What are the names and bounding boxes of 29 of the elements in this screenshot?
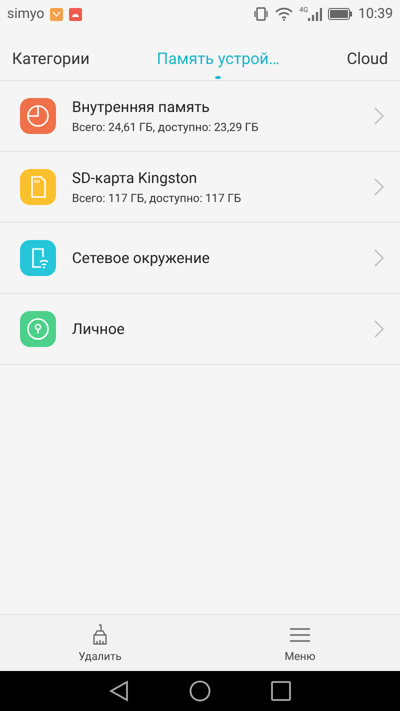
list-item[interactable]: Сетевое окружение	[0, 223, 400, 294]
list-item[interactable]: Внутренняя память Всего: 24,61 ГБ, доступно: 23,29 ГБ	[0, 81, 400, 152]
menu-button[interactable]: Меню	[276, 620, 324, 666]
carrier-name: simyo	[7, 6, 44, 22]
signal-icon	[308, 8, 322, 20]
wifi-icon	[275, 7, 294, 21]
list-item[interactable]: SD-карта Kingston Всего: 117 ГБ, доступно: 117 ГБ	[0, 152, 400, 223]
item-title: Внутренняя память	[72, 98, 211, 116]
home-icon[interactable]	[189, 680, 211, 702]
back-icon[interactable]	[109, 680, 129, 702]
notification-icon	[69, 8, 82, 20]
item-title: Личное	[72, 320, 126, 338]
list-item[interactable]: Личное	[0, 294, 400, 365]
chevron-icon	[374, 249, 384, 267]
item-subtitle: Всего: 117 ГБ, доступно: 117 ГБ	[72, 191, 242, 205]
delete-button[interactable]: Удалить	[70, 620, 130, 666]
clock: 10:39	[358, 6, 393, 22]
item-title: SD-карта Kingston	[72, 169, 198, 187]
notification-icon	[50, 8, 64, 20]
chevron-icon	[374, 178, 384, 196]
tab[interactable]: Cloud	[346, 35, 388, 79]
item-title: Сетевое окружение	[72, 249, 211, 267]
item-subtitle: Всего: 24,61 ГБ, доступно: 23,29 ГБ	[72, 120, 260, 134]
chevron-icon	[374, 320, 384, 338]
chevron-icon	[374, 107, 384, 125]
battery-icon	[328, 8, 352, 20]
vibrate-icon	[253, 7, 270, 21]
recents-icon[interactable]	[271, 681, 291, 701]
tab[interactable]: Категории	[12, 35, 90, 79]
